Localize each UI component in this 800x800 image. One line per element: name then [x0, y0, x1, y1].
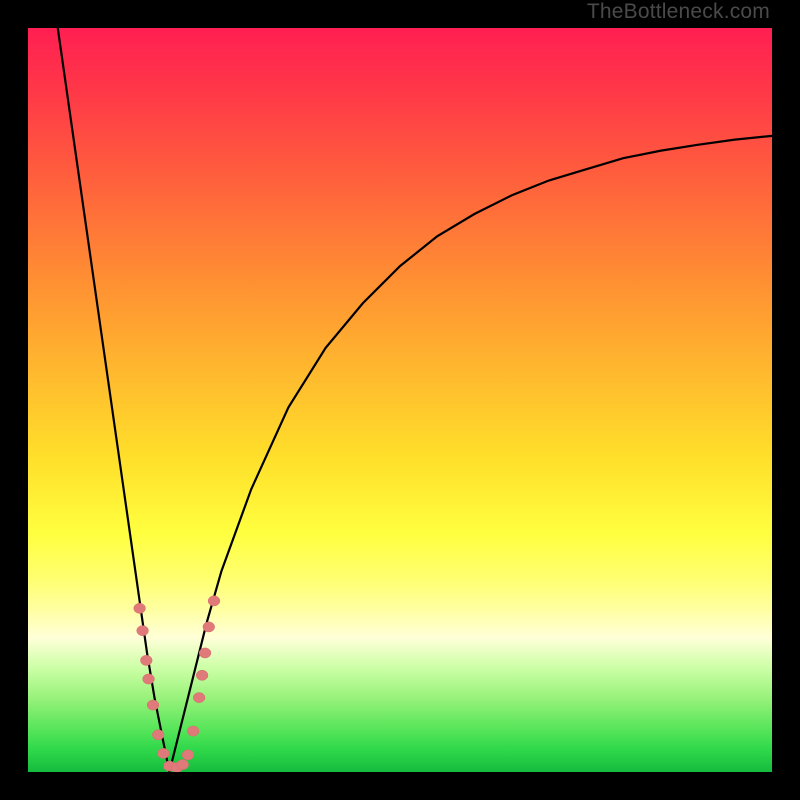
data-dot	[152, 730, 164, 740]
plot-area	[28, 28, 772, 772]
data-dot	[147, 700, 159, 710]
data-dot	[177, 759, 189, 769]
curve-right-branch	[169, 136, 772, 772]
curve-layer	[28, 28, 772, 772]
data-dot	[187, 726, 199, 736]
data-dot	[140, 655, 152, 665]
curve-left-branch	[58, 28, 170, 772]
data-dot	[196, 670, 208, 680]
data-dot	[203, 622, 215, 632]
data-dot	[182, 750, 194, 760]
data-dot	[134, 603, 146, 613]
data-dot	[193, 693, 205, 703]
data-dot	[199, 648, 211, 658]
chart-frame: TheBottleneck.com	[0, 0, 800, 800]
data-dot	[158, 748, 170, 758]
data-dot	[137, 626, 149, 636]
data-dot	[208, 596, 220, 606]
data-dot	[143, 674, 155, 684]
watermark-text: TheBottleneck.com	[587, 0, 770, 24]
